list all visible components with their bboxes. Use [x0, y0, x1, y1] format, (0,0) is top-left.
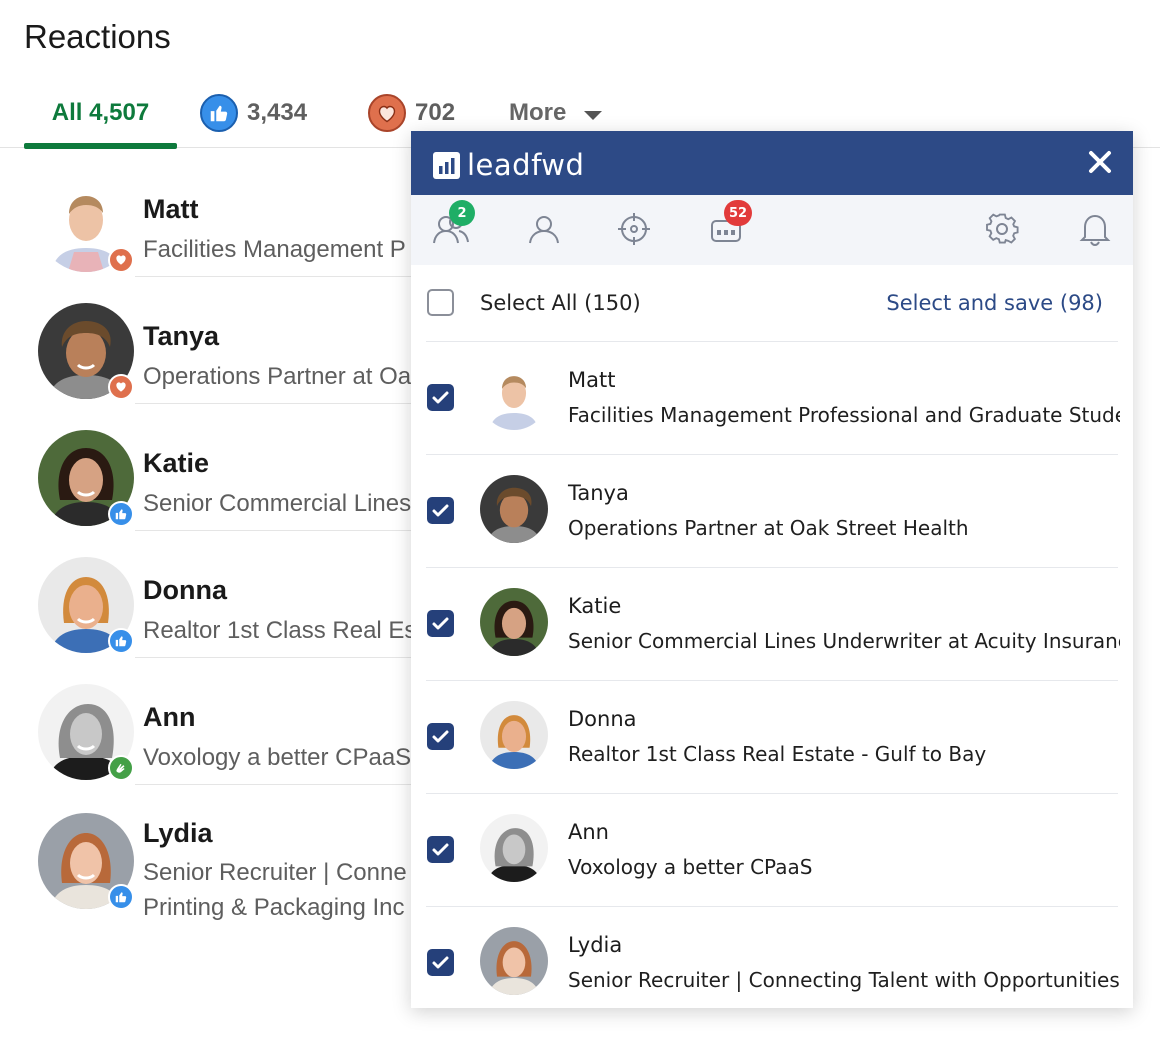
reactions-title: Reactions: [24, 18, 171, 55]
reactor-name[interactable]: Katie: [143, 448, 209, 479]
contact-name: Matt: [568, 368, 616, 392]
avatar: [480, 588, 548, 656]
contact-headline: Operations Partner at Oak Street Health: [568, 516, 969, 540]
contacts-button[interactable]: 2: [429, 200, 475, 253]
target-icon: [616, 211, 652, 252]
contact-headline: Facilities Management Professional and G…: [568, 403, 1120, 427]
contact-checkbox[interactable]: [427, 949, 454, 976]
tab-all-label: All 4,507: [51, 99, 150, 126]
divider: [426, 567, 1118, 568]
person-button[interactable]: [520, 209, 564, 253]
heart-icon: [368, 94, 406, 132]
contact-checkbox[interactable]: [427, 384, 454, 411]
contact-checkbox[interactable]: [427, 836, 454, 863]
contact-name: Donna: [568, 707, 637, 731]
events-badge: 52: [724, 200, 753, 226]
contact-name: Katie: [568, 594, 622, 618]
tab-like-count: 3,434: [247, 99, 308, 126]
reactor-name[interactable]: Matt: [143, 194, 199, 225]
reactor-headline: Realtor 1st Class Real Es: [143, 617, 417, 644]
contact-checkbox[interactable]: [427, 723, 454, 750]
contact-row[interactable]: Ann Voxology a better CPaaS: [411, 793, 1133, 906]
divider: [426, 680, 1118, 681]
chevron-down-icon: [584, 110, 603, 120]
list-item[interactable]: Tanya Operations Partner at Oa: [0, 277, 440, 404]
divider: [426, 793, 1118, 794]
reactor-headline: Facilities Management P: [143, 236, 406, 263]
close-icon[interactable]: [1083, 145, 1117, 179]
reactor-headline: Operations Partner at Oa: [143, 363, 412, 390]
avatar: [480, 814, 548, 882]
leadfwd-logo: leadfwd: [433, 148, 584, 182]
avatar: [480, 927, 548, 995]
contact-checkbox[interactable]: [427, 610, 454, 637]
brand-name: leadfwd: [467, 148, 585, 182]
target-button[interactable]: [612, 209, 656, 253]
reactor-name[interactable]: Tanya: [143, 321, 219, 352]
contacts-badge: 2: [449, 200, 475, 226]
divider: [426, 454, 1118, 455]
bell-icon: [1079, 211, 1111, 252]
thumbs-up-icon: [108, 628, 134, 654]
contact-headline: Realtor 1st Class Real Estate - Gulf to …: [568, 742, 987, 766]
list-item[interactable]: Donna Realtor 1st Class Real Es: [0, 531, 440, 658]
reactor-name[interactable]: Donna: [143, 575, 227, 606]
reactor-headline: Voxology a better CPaaS: [143, 744, 412, 771]
thumbs-up-icon: [108, 884, 134, 910]
tab-all[interactable]: All 4,507: [24, 78, 177, 149]
divider: [426, 906, 1118, 907]
list-item[interactable]: Matt Facilities Management P: [0, 150, 440, 277]
notifications-button[interactable]: [1073, 209, 1117, 253]
list-item[interactable]: Ann Voxology a better CPaaS: [0, 658, 440, 785]
avatar: [480, 362, 548, 430]
bar-chart-icon: [433, 151, 460, 179]
thumbs-up-icon: [200, 94, 238, 132]
person-icon: [525, 212, 559, 251]
contact-headline: Voxology a better CPaaS: [568, 855, 813, 879]
reactor-headline-line2: Printing & Packaging Inc: [143, 894, 405, 921]
avatar: [480, 701, 548, 769]
contact-checkbox[interactable]: [427, 497, 454, 524]
select-all-label[interactable]: Select All (150): [480, 291, 641, 315]
leadfwd-toolbar: 2 52: [411, 195, 1133, 265]
contact-row[interactable]: Tanya Operations Partner at Oak Street H…: [411, 454, 1133, 567]
list-item[interactable]: Katie Senior Commercial Lines: [0, 404, 440, 531]
contact-headline: Senior Commercial Lines Underwriter at A…: [568, 629, 1120, 653]
contact-name: Ann: [568, 820, 609, 844]
clapping-hands-icon: [108, 755, 134, 781]
leadfwd-header: leadfwd: [411, 131, 1133, 195]
avatar: [480, 475, 548, 543]
leadfwd-panel: leadfwd 2 52 Select All (150) Select and…: [411, 131, 1133, 1008]
reactor-headline: Senior Recruiter | Conne: [143, 859, 407, 886]
contact-row[interactable]: Donna Realtor 1st Class Real Estate - Gu…: [411, 680, 1133, 793]
select-and-save-button[interactable]: Select and save (98): [886, 291, 1103, 315]
contact-row[interactable]: Katie Senior Commercial Lines Underwrite…: [411, 567, 1133, 680]
contact-name: Lydia: [568, 933, 623, 957]
tab-more-label: More: [509, 99, 567, 126]
settings-icon: [984, 211, 1020, 252]
select-all-bar: Select All (150) Select and save (98): [411, 265, 1133, 341]
list-item[interactable]: Lydia Senior Recruiter | Conne Printing …: [0, 785, 440, 945]
select-all-checkbox[interactable]: [427, 289, 454, 316]
heart-icon: [108, 247, 134, 273]
contact-name: Tanya: [568, 481, 629, 505]
tab-love-count: 702: [415, 99, 456, 126]
thumbs-up-icon: [108, 501, 134, 527]
tab-like[interactable]: 3,434: [200, 78, 307, 148]
settings-button[interactable]: [980, 209, 1024, 253]
reactor-name[interactable]: Ann: [143, 702, 195, 733]
divider: [426, 341, 1118, 342]
reactor-headline: Senior Commercial Lines: [143, 490, 412, 517]
contact-headline: Senior Recruiter | Connecting Talent wit…: [568, 968, 1120, 992]
contact-row[interactable]: Lydia Senior Recruiter | Connecting Tale…: [411, 906, 1133, 1019]
heart-icon: [108, 374, 134, 400]
reactor-name[interactable]: Lydia: [143, 818, 213, 849]
events-button[interactable]: 52: [704, 200, 753, 253]
contact-row[interactable]: Matt Facilities Management Professional …: [411, 341, 1133, 454]
